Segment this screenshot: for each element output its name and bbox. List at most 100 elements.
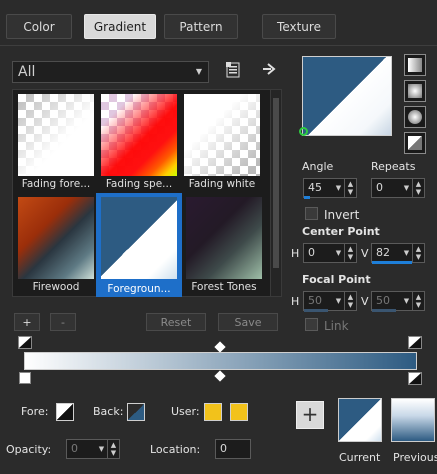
fading-spectrum-thumbnail xyxy=(101,94,177,176)
focal-h-spinbox[interactable]: 50 ▼ ▲ ▼ xyxy=(303,291,357,311)
opacity-value: 0 xyxy=(71,442,78,455)
repeats-value: 0 xyxy=(376,181,383,194)
gradient-swatch-label: Fading spe... xyxy=(105,178,173,190)
tab-pattern[interactable]: Pattern xyxy=(164,14,238,39)
linear-style-button[interactable] xyxy=(404,54,426,76)
chevron-down-icon: ▼ xyxy=(403,249,410,257)
center-v-label: V xyxy=(361,247,369,260)
center-h-value: 0 xyxy=(308,246,315,259)
center-v-spinbox[interactable]: 82 ▼ ▲ ▼ xyxy=(371,243,425,263)
gradient-swatch-firewood[interactable]: Firewood xyxy=(15,194,97,295)
spin-arrows-icon[interactable]: ▲ ▼ xyxy=(412,244,424,262)
tab-color[interactable]: Color xyxy=(6,14,72,39)
focal-v-progress xyxy=(372,309,396,312)
gradient-swatch-fading-fore[interactable]: Fading fore... xyxy=(15,91,97,192)
user-label: User: xyxy=(171,405,200,418)
user-swatch-2[interactable] xyxy=(230,403,248,421)
link-label: Link xyxy=(324,319,349,333)
gradient-swatch-fading-white[interactable]: Fading white xyxy=(181,91,263,192)
center-point-handle[interactable] xyxy=(299,127,308,136)
gradient-editor-bar[interactable] xyxy=(24,352,417,370)
chevron-down-icon: ▼ xyxy=(335,297,342,305)
save-button[interactable]: Save xyxy=(218,313,278,331)
user-swatch-1[interactable] xyxy=(204,403,222,421)
gradient-swatch-label: Fading white xyxy=(188,178,256,190)
top-stop-left-icon[interactable] xyxy=(18,336,32,349)
gradient-swatch-forest-tones[interactable]: Forest Tones xyxy=(183,194,265,295)
gradient-swatch-label: Foregroun... xyxy=(107,283,171,295)
focal-v-spinbox[interactable]: 50 ▼ ▲ ▼ xyxy=(371,291,425,311)
back-label: Back: xyxy=(93,405,124,418)
foreground-thumbnail xyxy=(101,197,177,279)
add-gradient-button[interactable]: + xyxy=(14,313,40,331)
gradient-swatch-fading-spectrum[interactable]: Fading spe... xyxy=(98,91,180,192)
gradient-swatch-label: Fading fore... xyxy=(21,178,91,190)
gradient-swatch-label: Forest Tones xyxy=(191,281,257,293)
spin-arrows-icon[interactable]: ▲ ▼ xyxy=(412,179,424,197)
gradient-swatch-foreground[interactable]: Foregroun... xyxy=(96,193,182,297)
grid-scrollbar[interactable] xyxy=(270,89,282,297)
radial-style-button[interactable] xyxy=(404,106,426,128)
reset-button[interactable]: Reset xyxy=(146,313,206,331)
remove-gradient-button[interactable]: - xyxy=(50,313,76,331)
location-input[interactable]: 0 xyxy=(215,439,251,459)
plus-icon[interactable]: + xyxy=(296,401,324,429)
focal-h-value: 50 xyxy=(308,294,322,307)
gradient-category-dropdown[interactable]: All ▼ xyxy=(12,61,209,83)
chevron-down-icon: ▼ xyxy=(195,67,202,76)
focal-v-value: 50 xyxy=(376,294,390,307)
center-v-value: 82 xyxy=(376,246,390,259)
chevron-down-icon: ▼ xyxy=(98,445,105,453)
chevron-down-icon: ▼ xyxy=(335,184,342,192)
list-menu-icon[interactable] xyxy=(226,62,240,78)
angle-value: 45 xyxy=(308,181,322,194)
sunburst-style-button[interactable] xyxy=(404,132,426,154)
firewood-thumbnail xyxy=(18,197,94,279)
top-midpoint-handle[interactable] xyxy=(214,341,226,353)
invert-checkbox[interactable] xyxy=(305,207,318,220)
spin-arrows-icon[interactable]: ▲ ▼ xyxy=(344,179,356,197)
link-checkbox[interactable] xyxy=(305,318,318,331)
repeats-spinbox[interactable]: 0 ▼ ▲ ▼ xyxy=(371,178,425,198)
chevron-down-icon: ▼ xyxy=(403,184,410,192)
tab-texture[interactable]: Texture xyxy=(262,14,336,39)
angle-progress xyxy=(304,196,310,199)
focal-h-progress xyxy=(304,309,328,312)
spin-arrows-icon[interactable]: ▲ ▼ xyxy=(344,244,356,262)
rectangular-style-button[interactable] xyxy=(404,80,426,102)
gradient-swatch-label: Firewood xyxy=(32,281,80,293)
opacity-spinbox[interactable]: 0 ▼ ▲ ▼ xyxy=(66,439,120,459)
current-label: Current xyxy=(339,451,381,464)
arrow-right-icon[interactable] xyxy=(262,62,276,76)
angle-label: Angle xyxy=(302,160,334,173)
gradient-preview[interactable] xyxy=(302,56,392,136)
fading-fore-thumbnail xyxy=(18,94,94,176)
bottom-stop-left-icon[interactable] xyxy=(19,372,31,384)
fore-swatch[interactable] xyxy=(56,403,74,421)
previous-swatch[interactable] xyxy=(391,398,435,442)
bottom-stop-right-icon[interactable] xyxy=(408,372,422,385)
spin-arrows-icon[interactable]: ▲ ▼ xyxy=(344,292,356,310)
top-stop-right-icon[interactable] xyxy=(408,336,422,349)
spin-arrows-icon[interactable]: ▲ ▼ xyxy=(107,440,119,458)
angle-spinbox[interactable]: 45 ▼ ▲ ▼ xyxy=(303,178,357,198)
spin-arrows-icon[interactable]: ▲ ▼ xyxy=(412,292,424,310)
chevron-down-icon: ▼ xyxy=(335,249,342,257)
back-swatch[interactable] xyxy=(127,403,145,421)
current-swatch[interactable] xyxy=(338,398,382,442)
previous-label: Previous xyxy=(393,451,437,464)
location-label: Location: xyxy=(150,443,201,456)
tab-gradient[interactable]: Gradient xyxy=(84,14,156,39)
center-v-progress xyxy=(372,261,412,264)
chevron-down-icon: ▼ xyxy=(403,297,410,305)
bottom-midpoint-handle[interactable] xyxy=(214,370,226,382)
focal-point-label: Focal Point xyxy=(302,273,371,286)
center-h-label: H xyxy=(291,247,300,260)
location-value: 0 xyxy=(220,442,227,455)
fading-white-thumbnail xyxy=(184,94,260,176)
focal-v-label: V xyxy=(361,295,369,308)
center-h-spinbox[interactable]: 0 ▼ ▲ ▼ xyxy=(303,243,357,263)
fore-label: Fore: xyxy=(21,405,49,418)
opacity-label: Opacity: xyxy=(6,443,52,456)
tab-separator xyxy=(0,45,437,46)
